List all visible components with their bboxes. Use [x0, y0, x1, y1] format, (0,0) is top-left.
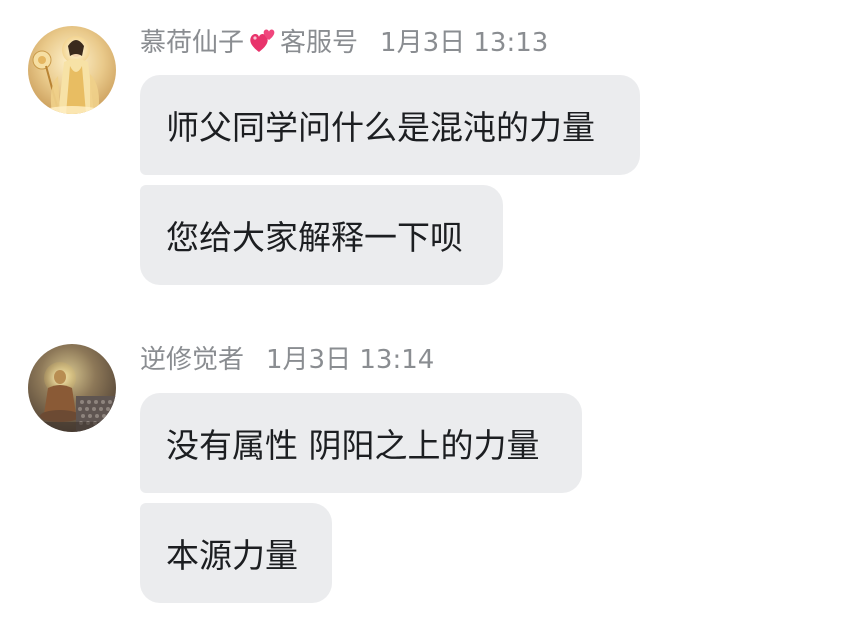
chat-thread: 慕荷仙子 客服号 1月3日 13:13 师父同学问什么是混沌的力量 您给大家解释…	[0, 0, 862, 617]
timestamp: 1月3日 13:13	[380, 27, 549, 58]
buddha-avatar-image	[28, 344, 116, 432]
message-bubble[interactable]: 本源力量	[140, 503, 332, 603]
message-bubble[interactable]: 没有属性 阴阳之上的力量	[140, 393, 582, 493]
timestamp: 1月3日 13:14	[266, 344, 435, 375]
avatar[interactable]	[28, 26, 116, 114]
guanyin-avatar-image	[28, 26, 116, 114]
message-header: 逆修觉者 1月3日 13:14	[140, 339, 434, 375]
message-bubble[interactable]: 师父同学问什么是混沌的力量	[140, 75, 640, 175]
message-bubble[interactable]: 您给大家解释一下呗	[140, 185, 503, 285]
two-hearts-icon	[248, 25, 278, 55]
sender-name[interactable]: 逆修觉者	[140, 339, 244, 376]
sender-suffix: 客服号	[280, 27, 359, 58]
sender-name[interactable]: 慕荷仙子	[140, 22, 244, 59]
avatar[interactable]	[28, 344, 116, 432]
message-header: 慕荷仙子 客服号 1月3日 13:13	[140, 22, 548, 58]
